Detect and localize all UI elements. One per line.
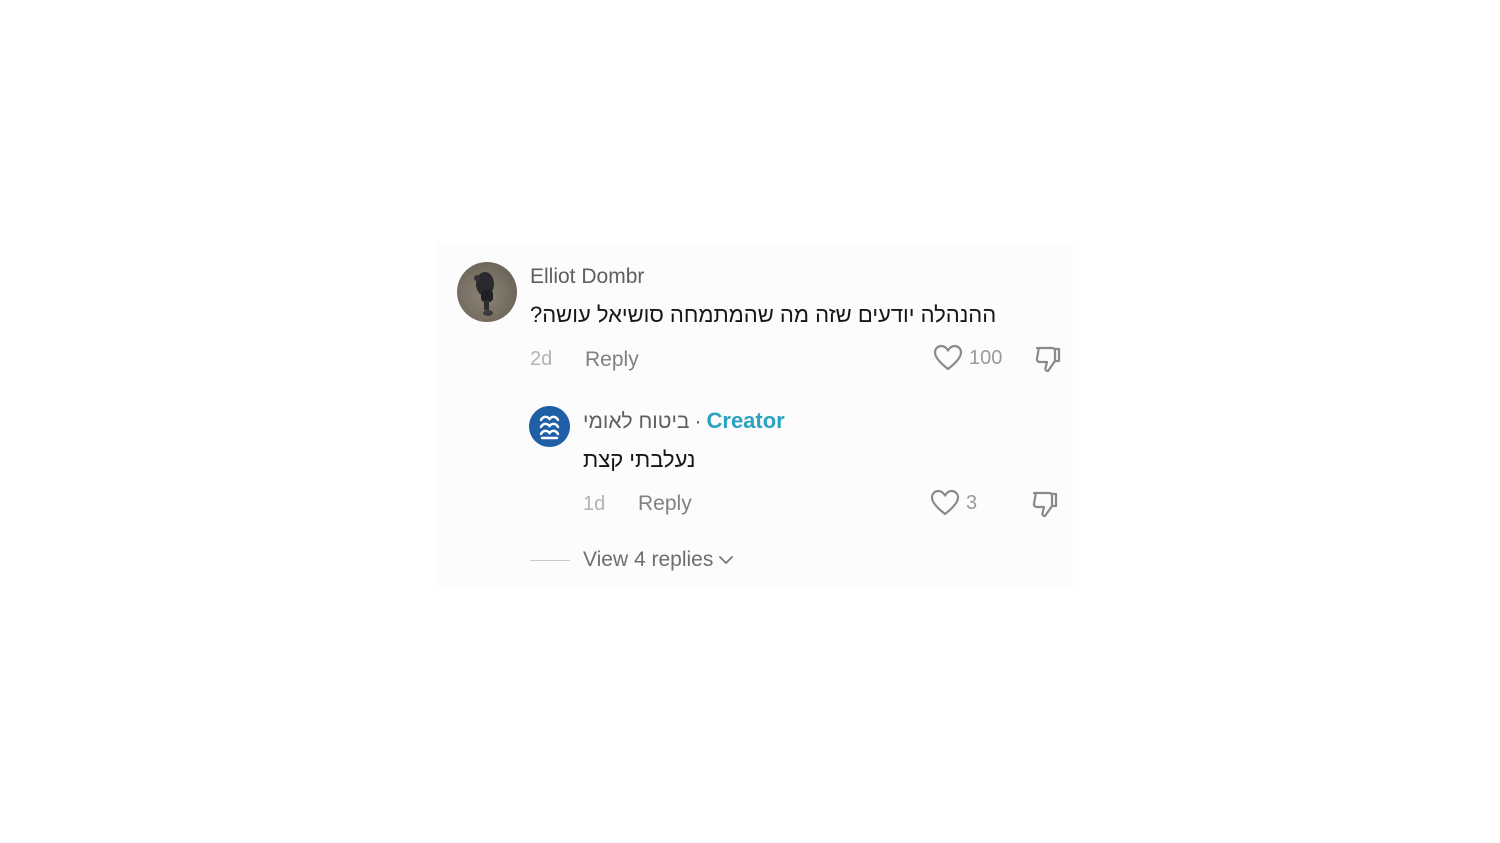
heart-outline-icon (933, 344, 963, 371)
separator-dot: · (694, 410, 702, 433)
reply-text: נעלבתי קצת (583, 447, 696, 472)
creator-badge: Creator (706, 408, 785, 433)
thumbs-down-icon[interactable] (1033, 344, 1063, 374)
reply-like-count: 3 (966, 491, 978, 514)
creator-avatar[interactable] (529, 406, 570, 447)
creator-author[interactable]: ביטוח לאומי (583, 410, 690, 434)
user-avatar[interactable] (457, 262, 517, 322)
comment-text: ההנהלה יודעים שזה מה שהמתמחה סושיאל עושה… (530, 302, 997, 327)
reply-reply-button[interactable]: Reply (638, 492, 692, 516)
view-replies-button[interactable]: View 4 replies (530, 548, 734, 572)
comment-author[interactable]: Elliot Dombr (530, 265, 644, 289)
avatar-photo-icon (474, 272, 494, 316)
like-button[interactable]: 100 (933, 344, 1002, 372)
heart-outline-icon (930, 489, 960, 516)
creator-header: ביטוח לאומי · Creator (583, 408, 785, 434)
view-replies-label: View 4 replies (583, 548, 714, 571)
reply-like-button[interactable]: 3 (930, 489, 977, 517)
divider-line (530, 559, 570, 561)
reply-time: 1d (583, 493, 606, 515)
national-insurance-logo-icon (529, 406, 570, 447)
reply-button[interactable]: Reply (585, 348, 639, 372)
thumbs-down-icon[interactable] (1030, 489, 1060, 519)
like-count: 100 (969, 346, 1003, 369)
chevron-down-icon (719, 556, 734, 564)
comment-time: 2d (530, 348, 553, 370)
